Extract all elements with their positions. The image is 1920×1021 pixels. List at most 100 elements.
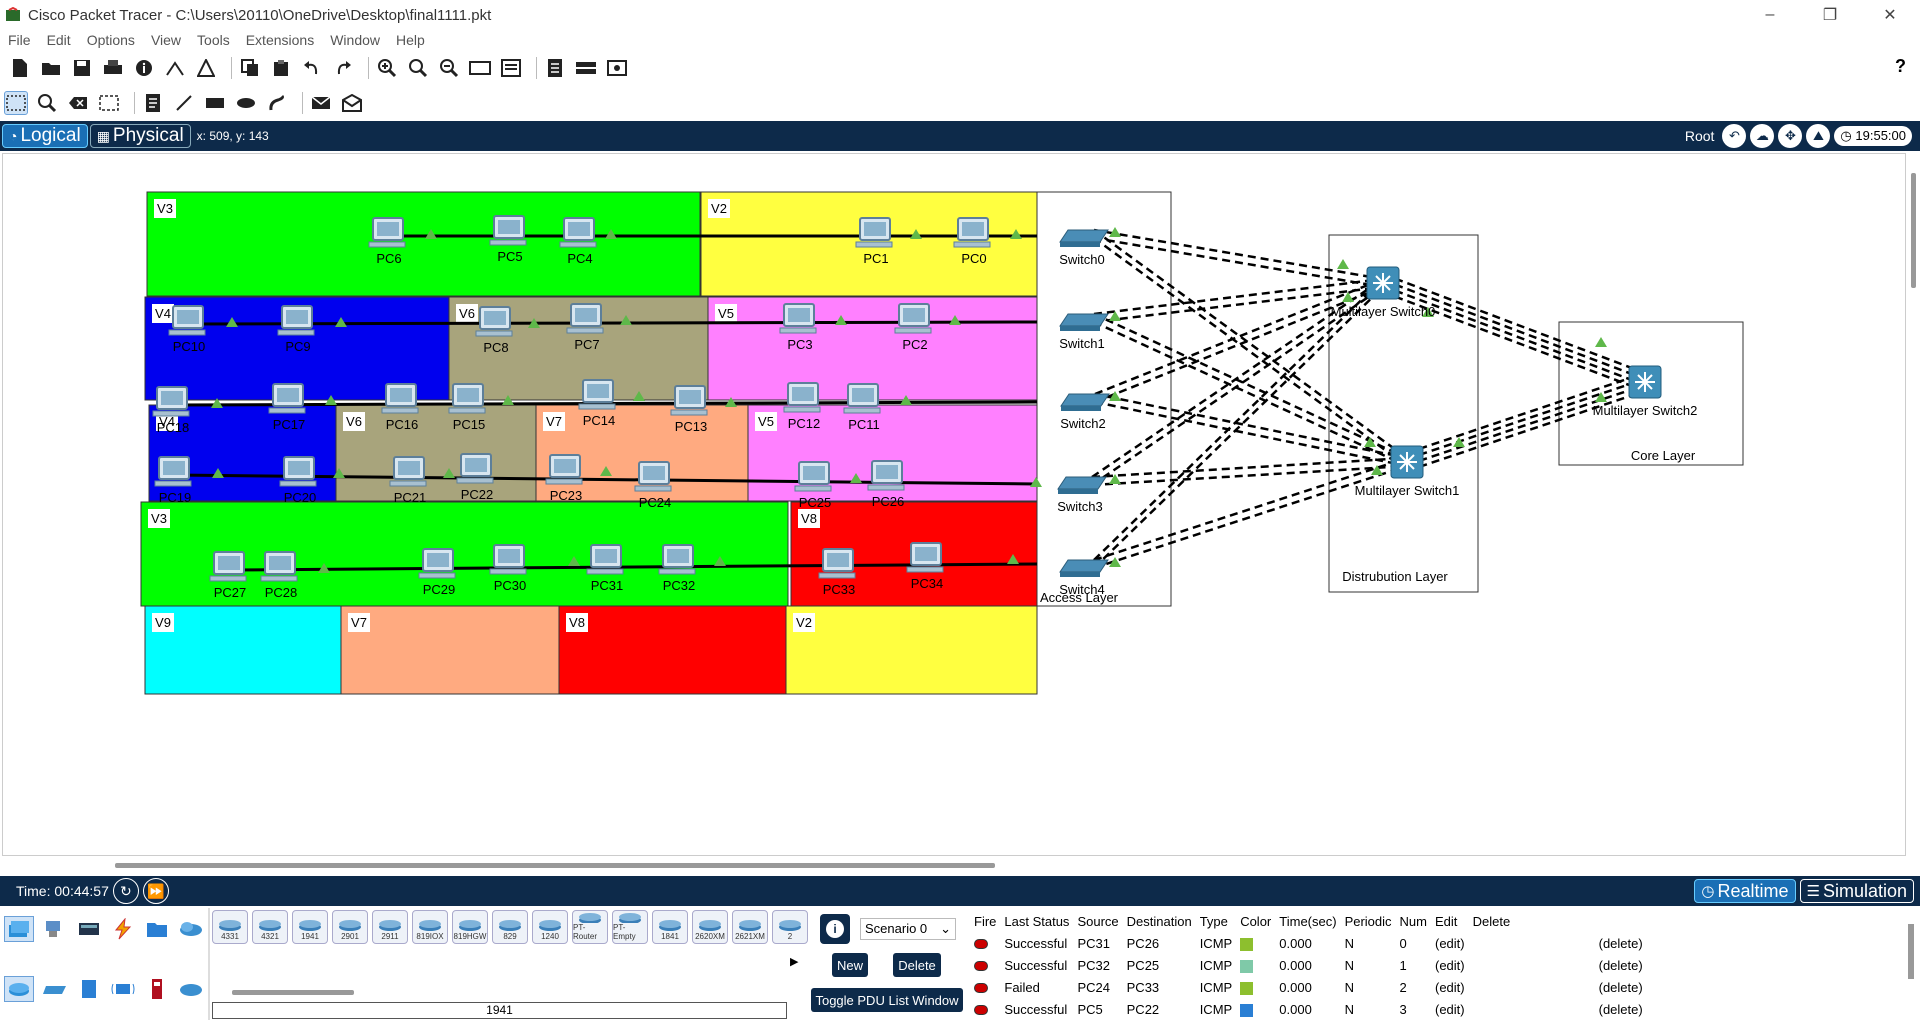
routers-icon[interactable] (4, 976, 34, 1002)
zoom-reset-icon[interactable] (406, 56, 430, 80)
fire-cell[interactable] (970, 932, 1000, 954)
zoom-in-icon[interactable] (375, 56, 399, 80)
menu-options[interactable]: Options (87, 32, 135, 48)
menu-file[interactable]: File (8, 32, 31, 48)
fast-forward-icon[interactable]: ⏩ (142, 878, 169, 904)
inspect-tool-icon[interactable] (35, 91, 59, 115)
redo-icon[interactable] (331, 56, 355, 80)
select-tool-icon[interactable] (4, 91, 28, 115)
model-scrollbar[interactable] (232, 990, 354, 995)
add-complex-pdu-icon[interactable] (340, 91, 364, 115)
menu-view[interactable]: View (151, 32, 181, 48)
multiuser-icon[interactable] (176, 916, 206, 942)
undo-icon[interactable] (300, 56, 324, 80)
freeform-tool-icon[interactable] (265, 91, 289, 115)
delete-scenario-button[interactable]: Delete (893, 953, 941, 977)
device-model-819hgw[interactable]: 819HGW (452, 910, 488, 944)
tab-simulation[interactable]: ☰ Simulation (1799, 879, 1914, 903)
save-icon[interactable] (70, 56, 94, 80)
menu-edit[interactable]: Edit (47, 32, 71, 48)
minimize-icon[interactable]: – (1740, 0, 1800, 30)
background-icon[interactable]: ⛰ (1806, 124, 1831, 148)
table-row[interactable]: Successful PC5 PC22 ICMP 0.000 N 3 (edit) (delet… (970, 998, 1647, 1020)
wan-emulation-icon[interactable] (176, 976, 206, 1002)
device-model-1240[interactable]: 1240 (532, 910, 568, 944)
menu-window[interactable]: Window (330, 32, 380, 48)
info-icon[interactable] (132, 56, 156, 80)
clock[interactable]: ◷ 19:55:00 (1834, 126, 1912, 146)
device-template-icon[interactable] (543, 56, 567, 80)
fire-indicator-icon[interactable] (974, 983, 988, 994)
device-model-pt-empty[interactable]: PT-Empty (612, 910, 648, 944)
device-model-4331[interactable]: 4331 (212, 910, 248, 944)
switch-icon[interactable] (1059, 559, 1109, 573)
device-model-2901[interactable]: 2901 (332, 910, 368, 944)
switch-icon[interactable] (1060, 393, 1110, 407)
device-model-829[interactable]: 829 (492, 910, 528, 944)
drawing-palette-icon[interactable] (468, 56, 492, 80)
scenario-select[interactable]: Scenario 0 ⌄ (860, 918, 956, 940)
logical-workspace[interactable]: V3 V2 V4 V6 V5 V4 V6 V7 V5 V3 V8 V9 V7 V8 V2 PC6 PC5 PC4 P… (2, 153, 1906, 856)
delete-link[interactable]: (delete) (1469, 932, 1647, 954)
fire-indicator-icon[interactable] (974, 939, 988, 950)
edit-link[interactable]: (edit) (1431, 998, 1469, 1020)
ellipse-tool-icon[interactable] (234, 91, 258, 115)
network-info-icon[interactable] (194, 56, 218, 80)
power-cycle-icon[interactable]: ↻ (112, 878, 139, 904)
delete-link[interactable]: (delete) (1469, 976, 1647, 998)
device-model-2621xm[interactable]: 2621XM (732, 910, 768, 944)
line-tool-icon[interactable] (172, 91, 196, 115)
menu-tools[interactable]: Tools (197, 32, 230, 48)
tab-logical[interactable]: ◔ Logical (2, 124, 88, 148)
ipc-icon[interactable] (574, 56, 598, 80)
device-model-2911[interactable]: 2911 (372, 910, 408, 944)
network-devices-icon[interactable] (4, 916, 34, 942)
rectangle-tool-icon[interactable] (203, 91, 227, 115)
fire-cell[interactable] (970, 954, 1000, 976)
topology-canvas[interactable]: V3 V2V4 V6 V5V4 V6 V7 V5V3 V8V9 V7 V8 V2PC6 PC5 PC4 P… (3, 154, 1906, 856)
vertical-scrollbar[interactable] (1911, 173, 1916, 288)
fire-indicator-icon[interactable] (974, 1005, 988, 1016)
device-model-pt-router[interactable]: PT-Router (572, 910, 608, 944)
back-icon[interactable]: ↶ (1722, 124, 1747, 148)
collapse-arrow-icon[interactable]: ▶ (790, 955, 798, 968)
info-button[interactable]: i (820, 914, 850, 944)
edit-link[interactable]: (edit) (1431, 954, 1469, 976)
edit-link[interactable]: (edit) (1431, 932, 1469, 954)
add-simple-pdu-icon[interactable] (309, 91, 333, 115)
device-model-819iox[interactable]: 819IOX (412, 910, 448, 944)
table-row[interactable]: Successful PC32 PC25 ICMP 0.000 N 1 (edit) (dele… (970, 954, 1647, 976)
device-model-2620xm[interactable]: 2620XM (692, 910, 728, 944)
help-icon[interactable]: ? (1895, 56, 1906, 77)
fire-cell[interactable] (970, 998, 1000, 1020)
switch-icon[interactable] (1059, 313, 1109, 327)
custom-device-icon[interactable] (163, 56, 187, 80)
table-row[interactable]: Successful PC31 PC26 ICMP 0.000 N 0 (edit) (dele… (970, 932, 1647, 954)
connections-icon[interactable] (108, 916, 138, 942)
resize-tool-icon[interactable] (97, 91, 121, 115)
cluster-icon[interactable]: ☁ (1750, 124, 1775, 148)
device-model-4321[interactable]: 4321 (252, 910, 288, 944)
screenshot-icon[interactable] (605, 56, 629, 80)
switches-icon[interactable] (40, 976, 70, 1002)
new-file-icon[interactable] (8, 56, 32, 80)
wireless-devices-icon[interactable] (108, 976, 138, 1002)
menu-help[interactable]: Help (396, 32, 425, 48)
delete-link[interactable]: (delete) (1469, 998, 1647, 1020)
close-icon[interactable]: ✕ (1860, 0, 1920, 30)
pdu-scrollbar[interactable] (1908, 924, 1914, 979)
device-model-2[interactable]: 2 (772, 910, 808, 944)
tab-realtime[interactable]: ◷ Realtime (1694, 879, 1796, 903)
note-tool-icon[interactable] (141, 91, 165, 115)
open-folder-icon[interactable] (39, 56, 63, 80)
components-icon[interactable] (74, 916, 104, 942)
table-row[interactable]: Failed PC24 PC33 ICMP 0.000 N 2 (edit) (delete) (970, 976, 1647, 998)
delete-link[interactable]: (delete) (1469, 954, 1647, 976)
miscellaneous-icon[interactable] (142, 916, 172, 942)
device-model-1841[interactable]: 1841 (652, 910, 688, 944)
zoom-out-icon[interactable] (437, 56, 461, 80)
menu-extensions[interactable]: Extensions (246, 32, 314, 48)
switch-icon[interactable] (1059, 229, 1109, 243)
fire-cell[interactable] (970, 976, 1000, 998)
new-scenario-button[interactable]: New (832, 953, 868, 977)
